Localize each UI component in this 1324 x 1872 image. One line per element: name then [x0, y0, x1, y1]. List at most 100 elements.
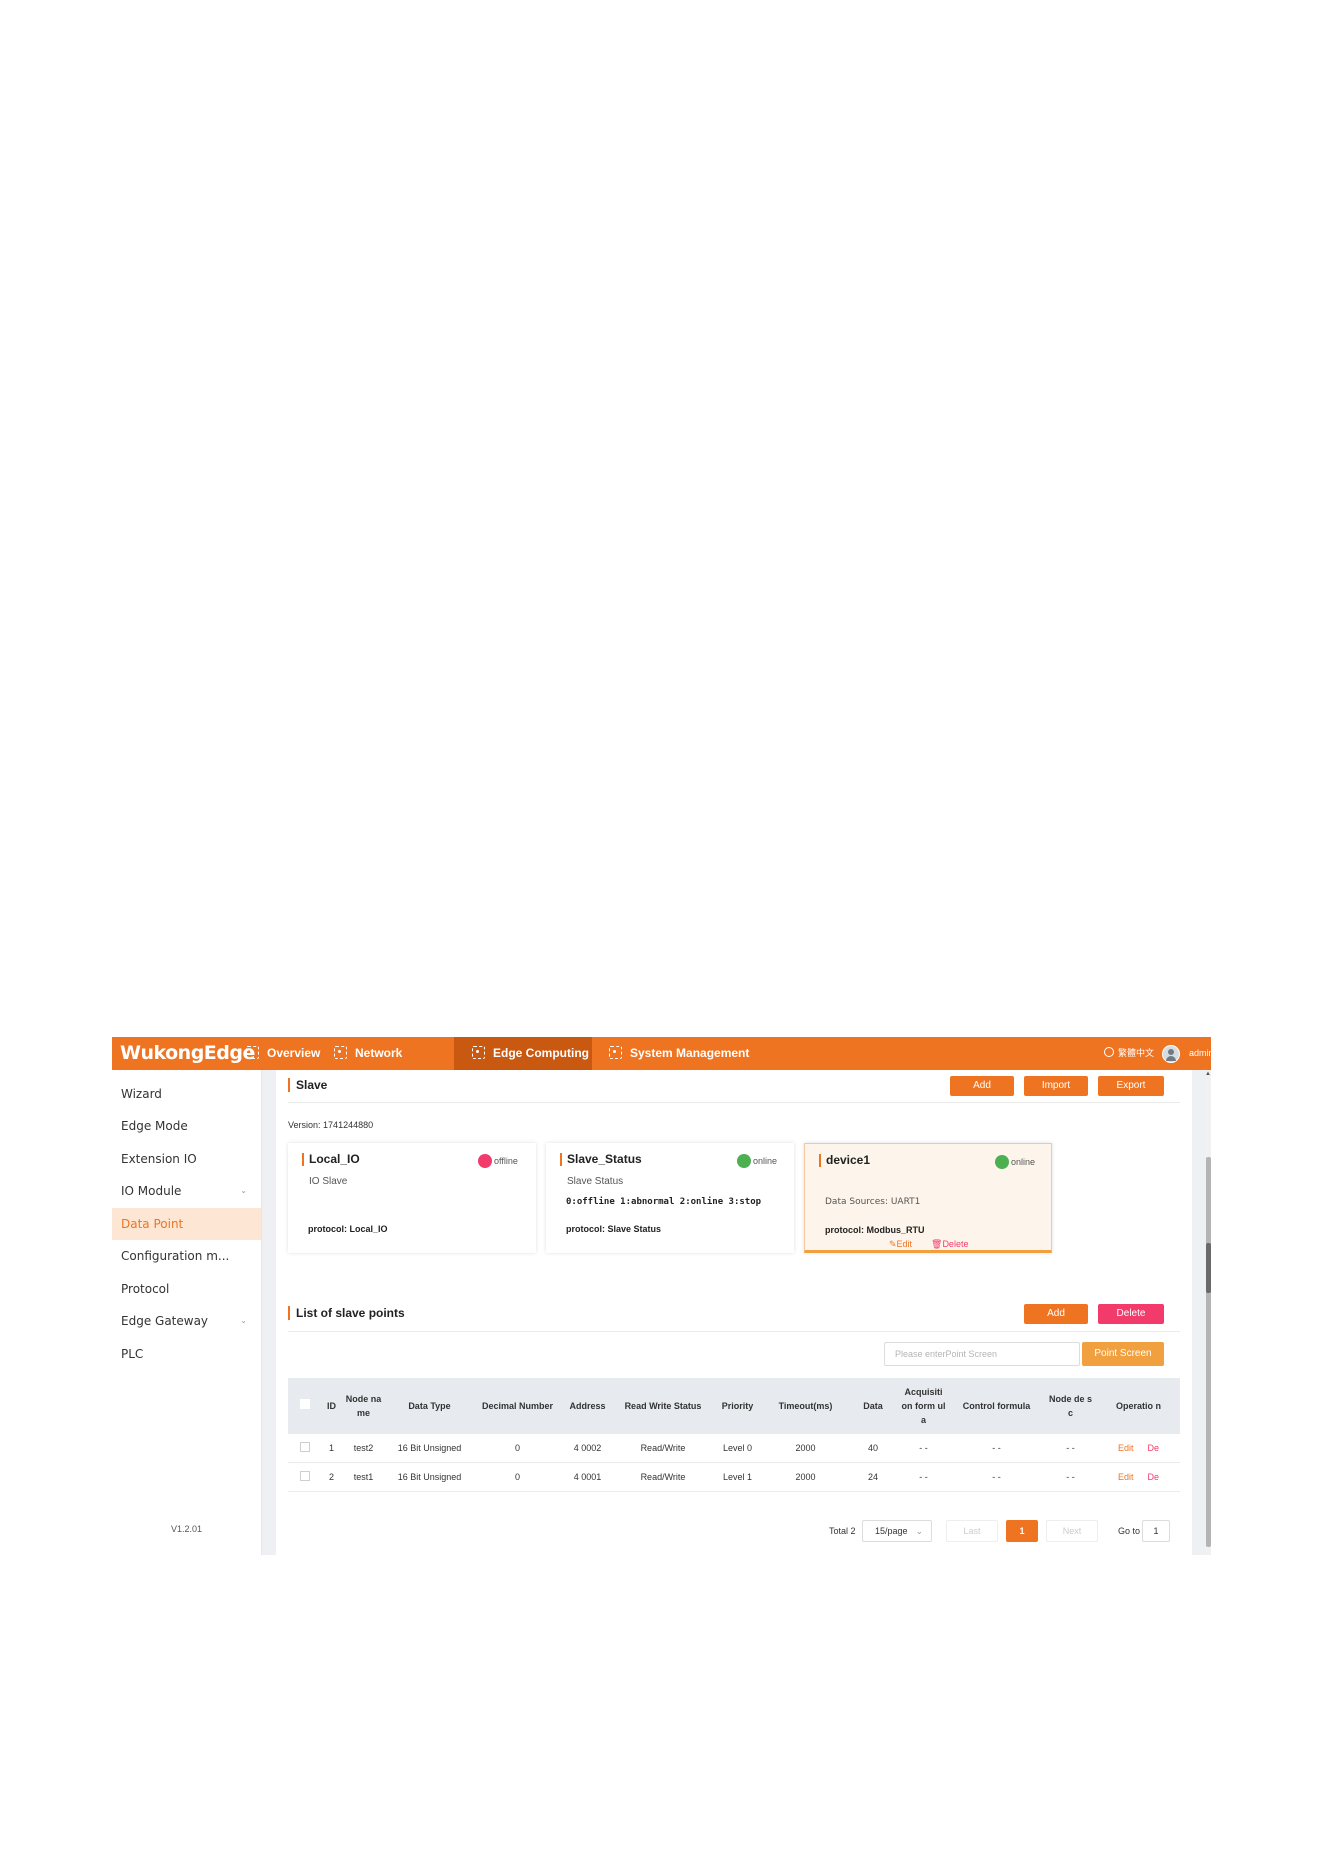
- sidebar-item-label: Protocol: [121, 1282, 170, 1296]
- slave-panel: Slave Add Import Export Version: 1741244…: [276, 1070, 1192, 1319]
- sidebar-item-wizard[interactable]: Wizard: [112, 1078, 261, 1110]
- row-edit-link[interactable]: Edit: [1118, 1472, 1134, 1482]
- nav-edge-computing[interactable]: Edge Computing: [454, 1037, 592, 1070]
- card-edit-button[interactable]: ✎Edit: [889, 1239, 912, 1250]
- points-add-button[interactable]: Add: [1024, 1304, 1088, 1324]
- cell-acq-formula: - -: [898, 1462, 949, 1492]
- pagination-total: Total 2: [829, 1526, 856, 1536]
- column-header[interactable]: Decimal Number: [474, 1378, 561, 1434]
- table-row[interactable]: 2 test1 16 Bit Unsigned 0 4 0001 Read/Wr…: [288, 1462, 1180, 1492]
- column-header[interactable]: Operatio n: [1097, 1378, 1180, 1434]
- slave-import-button[interactable]: Import: [1024, 1076, 1088, 1096]
- cell-control-formula: - -: [949, 1434, 1044, 1463]
- goto-page-input[interactable]: 1: [1142, 1520, 1170, 1542]
- scroll-up-icon[interactable]: ▲: [1205, 1071, 1211, 1077]
- trash-icon: 🗑: [931, 1239, 943, 1249]
- globe-icon: [1104, 1047, 1114, 1057]
- sidebar-item-label: Wizard: [121, 1087, 162, 1101]
- avatar[interactable]: [1162, 1045, 1180, 1063]
- nav-label: Network: [355, 1046, 403, 1060]
- sidebar-item-data-point[interactable]: Data Point: [112, 1208, 261, 1240]
- scrollbar-thumb[interactable]: [1206, 1157, 1211, 1547]
- row-edit-link[interactable]: Edit: [1118, 1443, 1134, 1453]
- cell-data-type: 16 Bit Unsigned: [385, 1434, 474, 1463]
- row-checkbox[interactable]: [288, 1434, 321, 1463]
- slave-card-local-io[interactable]: Local_IO offline IO Slave protocol: Loca…: [288, 1143, 536, 1253]
- column-header[interactable]: Node de sc: [1044, 1378, 1097, 1434]
- select-all-checkbox[interactable]: [288, 1378, 321, 1434]
- nav-label: Edge Computing: [493, 1046, 589, 1060]
- sidebar-item-plc[interactable]: PLC: [112, 1338, 261, 1370]
- points-delete-button[interactable]: Delete: [1098, 1304, 1164, 1324]
- point-search-input[interactable]: Please enterPoint Screen: [884, 1342, 1080, 1366]
- page-size-value: 15/page: [875, 1526, 908, 1536]
- protocol-value: Modbus_RTU: [866, 1225, 925, 1235]
- nav-overview[interactable]: Overview: [238, 1037, 322, 1070]
- cell-id: 1: [321, 1434, 342, 1463]
- table-row[interactable]: 1 test2 16 Bit Unsigned 0 4 0002 Read/Wr…: [288, 1434, 1180, 1463]
- cell-acq-formula: - -: [898, 1434, 949, 1463]
- language-switch[interactable]: 繁體中文: [1104, 1037, 1154, 1070]
- divider: [288, 1102, 1180, 1103]
- column-header[interactable]: Address: [561, 1378, 614, 1434]
- column-header[interactable]: Data: [848, 1378, 898, 1434]
- cell-control-formula: - -: [949, 1462, 1044, 1492]
- scrollbar-thumb-active[interactable]: [1206, 1243, 1211, 1293]
- column-header[interactable]: Acquisiti on form ula: [898, 1378, 949, 1434]
- sidebar-item-io-module[interactable]: IO Module ⌄: [112, 1175, 261, 1207]
- protocol-value: Local_IO: [349, 1224, 388, 1234]
- scan-icon: [334, 1046, 347, 1059]
- row-delete-link[interactable]: De: [1148, 1443, 1160, 1453]
- column-header[interactable]: Node na me: [342, 1378, 385, 1434]
- sidebar-item-label: Data Point: [121, 1217, 184, 1231]
- sidebar-item-configuration[interactable]: Configuration m...: [112, 1240, 261, 1272]
- card-delete-button[interactable]: 🗑Delete: [931, 1239, 968, 1250]
- nav-system-management[interactable]: System Management: [601, 1037, 751, 1070]
- pagination-next-button[interactable]: Next: [1046, 1520, 1098, 1542]
- chevron-down-icon: ⌄: [240, 1316, 247, 1325]
- sidebar-item-label: Extension IO: [121, 1152, 197, 1166]
- cell-node-name: test2: [342, 1434, 385, 1463]
- point-screen-button[interactable]: Point Screen: [1082, 1342, 1164, 1366]
- cell-data: 40: [848, 1434, 898, 1463]
- row-delete-link[interactable]: De: [1148, 1472, 1160, 1482]
- sidebar-item-label: Edge Gateway: [121, 1314, 209, 1328]
- column-header[interactable]: ID: [321, 1378, 342, 1434]
- sidebar-item-edge-mode[interactable]: Edge Mode: [112, 1110, 261, 1142]
- slave-export-button[interactable]: Export: [1098, 1076, 1164, 1096]
- column-header[interactable]: Data Type: [385, 1378, 474, 1434]
- user-name[interactable]: admin: [1189, 1037, 1211, 1070]
- protocol-label: protocol:: [825, 1225, 864, 1235]
- sidebar-item-extension-io[interactable]: Extension IO: [112, 1143, 261, 1175]
- nav-network[interactable]: Network: [326, 1037, 406, 1070]
- delete-label: Delete: [942, 1239, 969, 1249]
- row-checkbox[interactable]: [288, 1462, 321, 1492]
- sidebar-item-edge-gateway[interactable]: Edge Gateway ⌄: [112, 1305, 261, 1337]
- card-title: Slave_Status: [560, 1153, 642, 1166]
- column-header[interactable]: Timeout(ms): [763, 1378, 848, 1434]
- card-title: device1: [819, 1154, 870, 1167]
- sidebar-item-protocol[interactable]: Protocol: [112, 1273, 261, 1305]
- card-status-legend: 0:offline 1:abnormal 2:online 3:stop: [566, 1197, 762, 1207]
- card-protocol: protocol: Slave Status: [566, 1224, 661, 1234]
- language-label: 繁體中文: [1118, 1048, 1155, 1058]
- cell-node-desc: - -: [1044, 1434, 1097, 1463]
- app-window: WukongEdge Overview Network Edge Computi…: [112, 1037, 1211, 1555]
- chevron-down-icon: ⌄: [240, 1186, 247, 1195]
- column-header[interactable]: Control formula: [949, 1378, 1044, 1434]
- slave-card-device1[interactable]: device1 online Data Sources: UART1 proto…: [804, 1143, 1052, 1253]
- page-size-select[interactable]: 15/page ⌄: [862, 1520, 932, 1542]
- card-data-source: Data Sources: UART1: [825, 1197, 921, 1207]
- version-value: 1741244880: [323, 1120, 374, 1130]
- slave-add-button[interactable]: Add: [950, 1076, 1014, 1096]
- column-header[interactable]: Read Write Status: [614, 1378, 712, 1434]
- slave-card-slave-status[interactable]: Slave_Status online Slave Status 0:offli…: [546, 1143, 794, 1253]
- pagination-current-page[interactable]: 1: [1006, 1520, 1038, 1542]
- cell-data-type: 16 Bit Unsigned: [385, 1462, 474, 1492]
- cell-address: 4 0001: [561, 1462, 614, 1492]
- cell-timeout: 2000: [763, 1434, 848, 1463]
- pagination-prev-button[interactable]: Last: [946, 1520, 998, 1542]
- goto-label: Go to: [1118, 1526, 1141, 1536]
- online-status-icon: [995, 1155, 1009, 1169]
- column-header[interactable]: Priority: [712, 1378, 763, 1434]
